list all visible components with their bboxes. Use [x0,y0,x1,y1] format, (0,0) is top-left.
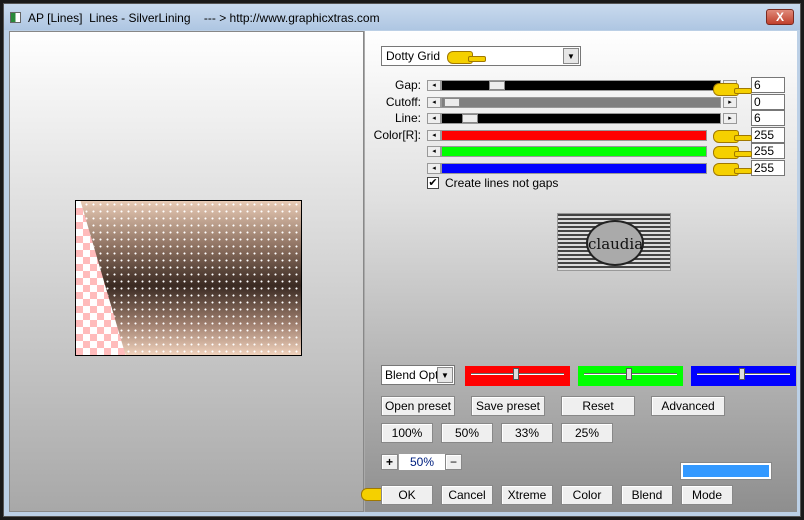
slider-thumb[interactable] [626,368,632,380]
slider-label: Cutoff: [385,94,421,109]
zoom-50-button[interactable]: 50% [441,423,493,443]
reset-button[interactable]: Reset [561,396,635,416]
slider-value-field[interactable]: 255 [751,126,785,143]
blend-color-slider[interactable] [578,366,683,386]
arrow-left-icon[interactable]: ◂ [427,80,441,91]
slider-value-field[interactable]: 6 [751,110,785,126]
create-lines-checkbox[interactable]: ✔ [427,177,439,189]
arrow-left-icon[interactable]: ◂ [427,113,441,124]
title-bar: AP [Lines] Lines - SilverLining --- > ht… [4,4,800,30]
zoom-in-button[interactable]: + [381,454,398,470]
slider-value-field[interactable]: 255 [751,159,785,176]
slider-value-field[interactable]: 0 [751,93,785,110]
slider-value-field[interactable]: 6 [751,77,785,93]
arrow-right-icon[interactable]: ▸ [723,96,737,108]
claudia-logo-watermark: claudia [557,213,671,271]
mode-select-value: Dotty Grid [386,49,441,63]
slider-track[interactable] [441,80,721,91]
pointer-hand-icon [713,129,752,143]
cancel-button[interactable]: Cancel [441,485,493,505]
slider-thumb[interactable] [739,368,745,380]
slider-thumb[interactable] [489,81,505,90]
chevron-down-icon[interactable]: ▼ [563,48,579,64]
slider-track[interactable] [441,146,707,157]
zoom-25-button[interactable]: 25% [561,423,613,443]
blend-options-select[interactable]: Blend Opti ▼ [381,365,455,385]
slider-value-field[interactable]: 255 [751,143,785,159]
pointer-hand-icon [713,162,752,176]
slider-track[interactable] [441,96,721,108]
mode-button[interactable]: Mode [681,485,733,505]
blend-select-value: Blend Opti [385,368,442,382]
slider-thumb[interactable] [444,97,460,107]
arrow-left-icon[interactable]: ◂ [427,146,441,157]
zoom-level-field[interactable]: 50% [399,454,445,470]
app-icon [10,12,21,23]
color-swatch[interactable] [680,462,772,480]
close-button[interactable]: X [766,9,794,25]
slider-label: Color[R]: [373,127,421,142]
advanced-button[interactable]: Advanced [651,396,725,416]
zoom-out-button[interactable]: − [445,454,462,470]
color-button[interactable]: Color [561,485,613,505]
slider-label: Gap: [394,78,421,92]
preview-image[interactable] [75,200,302,356]
pointer-hand-icon [713,146,752,159]
pointer-hand-icon [713,83,752,96]
chevron-down-icon[interactable]: ▼ [437,367,453,383]
open-preset-button[interactable]: Open preset [381,396,455,416]
save-preset-button[interactable]: Save preset [471,396,545,416]
slider-thumb[interactable] [513,368,519,380]
slider-thumb[interactable] [462,114,478,123]
plugin-window: AP [Lines] Lines - SilverLining --- > ht… [3,3,801,517]
arrow-right-icon[interactable]: ▸ [723,113,737,124]
arrow-left-icon[interactable]: ◂ [427,162,441,174]
controls-panel: Dotty Grid ▼ ✔ Create lines not gaps cla… [361,31,797,512]
zoom-100-button[interactable]: 100% [381,423,433,443]
zoom-33-button[interactable]: 33% [501,423,553,443]
ok-button[interactable]: OK [381,485,433,505]
slider-label: Line: [394,111,421,125]
xtreme-button[interactable]: Xtreme [501,485,553,505]
arrow-left-icon[interactable]: ◂ [427,96,441,108]
slider-track[interactable] [441,113,721,124]
slider-track[interactable] [441,129,707,141]
blend-color-slider[interactable] [691,366,796,386]
pointer-hand-icon [447,51,486,64]
create-lines-label: Create lines not gaps [445,176,559,190]
blend-button[interactable]: Blend [621,485,673,505]
blend-color-slider[interactable] [465,366,570,386]
slider-track[interactable] [441,162,707,174]
preview-panel [9,31,364,512]
window-title: AP [Lines] Lines - SilverLining --- > ht… [28,11,380,25]
arrow-left-icon[interactable]: ◂ [427,129,441,141]
